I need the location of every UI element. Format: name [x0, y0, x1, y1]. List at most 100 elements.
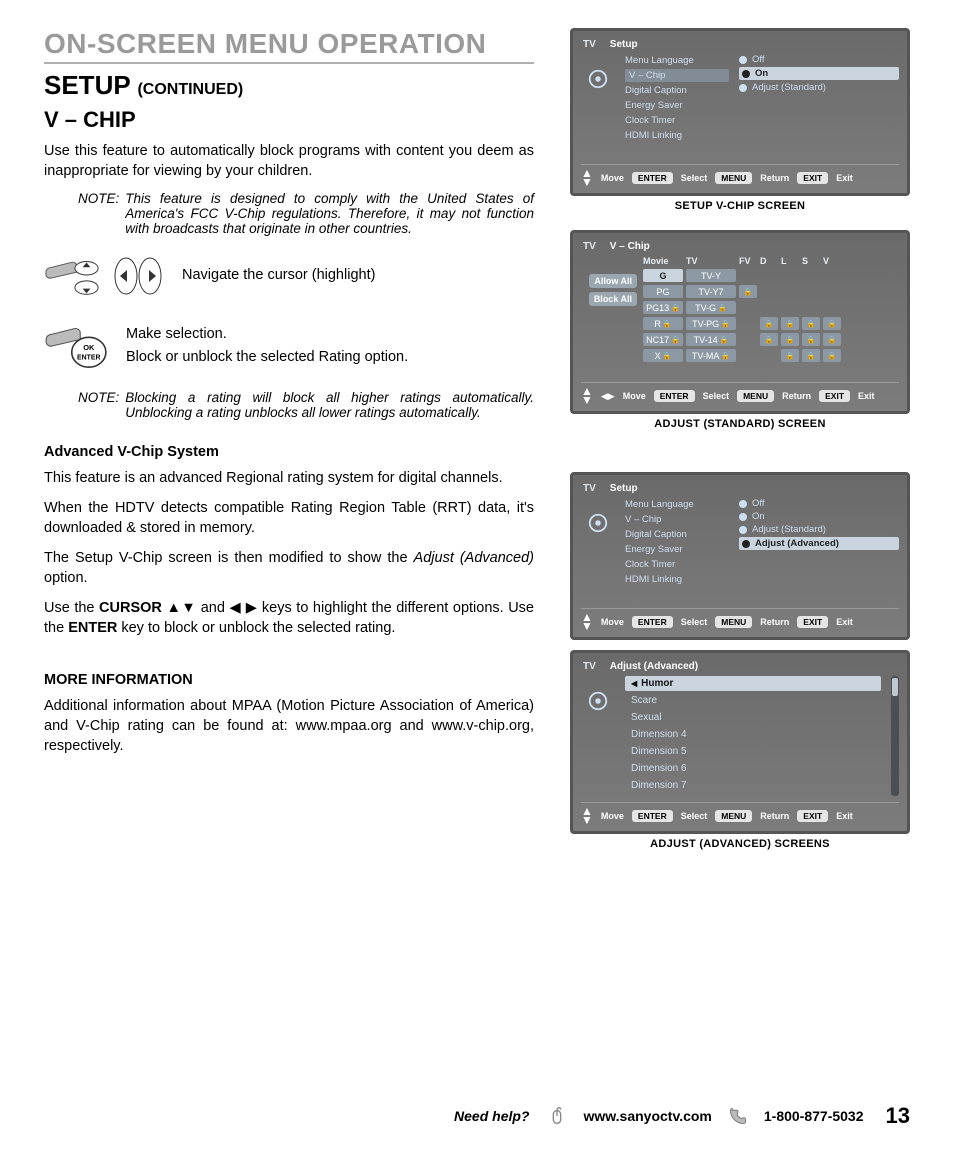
adv-list-item: Dimension 5: [625, 744, 881, 759]
vchip-cell: [760, 317, 778, 330]
adv-list-item: Dimension 6: [625, 761, 881, 776]
osd-menu-item: Menu Language: [625, 498, 729, 511]
updown-icon: ▲▼: [581, 387, 593, 405]
vchip-cell: TV-G: [686, 301, 736, 314]
osd-menu-item: V – Chip: [625, 69, 729, 82]
vchip-cell: [739, 317, 757, 330]
osd-setup-advanced: TVSetup Menu LanguageV – ChipDigital Cap…: [570, 472, 910, 640]
vchip-cell: [760, 349, 778, 362]
adv-p1: This feature is an advanced Regional rat…: [44, 468, 534, 488]
note-label: NOTE:: [78, 191, 119, 236]
scrollbar-thumb[interactable]: [892, 678, 898, 696]
vchip-cell: TV-Y7: [686, 285, 736, 298]
adv-list-item: Sexual: [625, 710, 881, 725]
vchip-cell: [823, 269, 841, 282]
osd-option: Adjust (Standard): [739, 524, 899, 535]
vchip-header-cell: L: [781, 256, 799, 266]
vchip-cell: TV-14: [686, 333, 736, 346]
vchip-header-cell: V: [823, 256, 841, 266]
updown-icon: ▲▼: [581, 169, 593, 187]
footer-web: www.sanyoctv.com: [584, 1108, 712, 1124]
vchip-cell: [739, 349, 757, 362]
setup-title: SETUP: [44, 70, 130, 100]
block-unblock-text: Block or unblock the selected Rating opt…: [126, 348, 534, 368]
vchip-cell: [781, 269, 799, 282]
vchip-header-cell: FV: [739, 256, 757, 266]
osd-adjust-advanced: TVAdjust (Advanced) HumorScareSexualDime…: [570, 650, 910, 834]
osd-menu-item: HDMI Linking: [625, 573, 729, 586]
exit-pill: EXIT: [797, 172, 828, 184]
advanced-heading: Advanced V-Chip System: [44, 444, 534, 460]
phone-icon: [728, 1106, 748, 1126]
vchip-header-cell: TV: [686, 256, 736, 266]
leftright-icon: ◀▶: [601, 391, 615, 402]
vchip-header-cell: D: [760, 256, 778, 266]
more-info-paragraph: Additional information about MPAA (Motio…: [44, 696, 534, 756]
vchip-header-cell: Movie: [643, 256, 683, 266]
vchip-cell: [823, 317, 841, 330]
vchip-cell: [802, 269, 820, 282]
scrollbar[interactable]: [891, 676, 899, 796]
vchip-cell: [739, 333, 757, 346]
intro-paragraph: Use this feature to automatically block …: [44, 141, 534, 181]
vchip-cell: [823, 285, 841, 298]
vchip-cell: TV-PG: [686, 317, 736, 330]
vchip-cell: PG: [643, 285, 683, 298]
osd-option: On: [739, 67, 899, 80]
osd-option: On: [739, 511, 899, 522]
vchip-header-cell: S: [802, 256, 820, 266]
adv-list-item: Dimension 4: [625, 727, 881, 742]
cursor-arrows-icon: [112, 250, 164, 302]
osd-menu-item: Clock Timer: [625, 114, 729, 127]
vchip-side-button: Block All: [589, 292, 637, 306]
osd-option: Off: [739, 498, 899, 509]
gear-icon: [587, 512, 609, 534]
more-info-heading: MORE INFORMATION: [44, 672, 534, 688]
vchip-cell: [781, 301, 799, 314]
vchip-cell: [781, 285, 799, 298]
adv-p3: The Setup V-Chip screen is then modified…: [44, 548, 534, 588]
radio-icon: [739, 84, 747, 92]
osd-menu-item: Menu Language: [625, 54, 729, 67]
osd-vchip-grid: TVV – Chip Allow AllBlock All MovieTVFVD…: [570, 230, 910, 414]
adv-p4: Use the CURSOR ▲▼ and ◀ ▶ keys to highli…: [44, 598, 534, 638]
osd-caption: SETUP V-CHIP SCREEN: [570, 200, 910, 212]
vchip-side-button: Allow All: [589, 274, 637, 288]
note-2: NOTE: Blocking a rating will block all h…: [78, 390, 534, 420]
radio-icon: [739, 526, 747, 534]
vchip-cell: [739, 269, 757, 282]
menu-pill: MENU: [715, 172, 752, 184]
radio-icon: [742, 540, 750, 548]
vchip-heading: V – CHIP: [44, 107, 534, 133]
osd-menu-item: Clock Timer: [625, 558, 729, 571]
vchip-cell: [802, 317, 820, 330]
osd-menu-item: HDMI Linking: [625, 129, 729, 142]
footer-phone: 1-800-877-5032: [764, 1108, 864, 1124]
vchip-cell: [802, 301, 820, 314]
vchip-cell: [802, 349, 820, 362]
osd-menu-item: Energy Saver: [625, 543, 729, 556]
osd-setup-vchip: TVSetup Menu LanguageV – ChipDigital Cap…: [570, 28, 910, 196]
vchip-cell: [781, 333, 799, 346]
vchip-cell: [760, 301, 778, 314]
vchip-cell: PG13: [643, 301, 683, 314]
setup-heading: SETUP (CONTINUED): [44, 70, 534, 101]
vchip-cell: [739, 301, 757, 314]
vchip-cell: [760, 285, 778, 298]
note-body: This feature is designed to comply with …: [125, 191, 534, 236]
svg-text:ENTER: ENTER: [77, 355, 100, 362]
vchip-cell: [739, 285, 757, 298]
vchip-cell: [781, 317, 799, 330]
osd-option: Adjust (Standard): [739, 82, 899, 93]
enter-pill: ENTER: [632, 172, 673, 184]
footer: Need help? www.sanyoctv.com 1-800-877-50…: [44, 1103, 910, 1129]
vchip-cell: TV-MA: [686, 349, 736, 362]
vchip-cell: [823, 349, 841, 362]
gear-icon: [587, 68, 609, 90]
page-number: 13: [886, 1103, 910, 1129]
hand-press-icon: OKENTER: [44, 358, 108, 375]
osd-option: Off: [739, 54, 899, 65]
note-1: NOTE: This feature is designed to comply…: [78, 191, 534, 236]
osd-caption: ADJUST (ADVANCED) SCREENS: [570, 838, 910, 850]
osd-menu-item: Energy Saver: [625, 99, 729, 112]
